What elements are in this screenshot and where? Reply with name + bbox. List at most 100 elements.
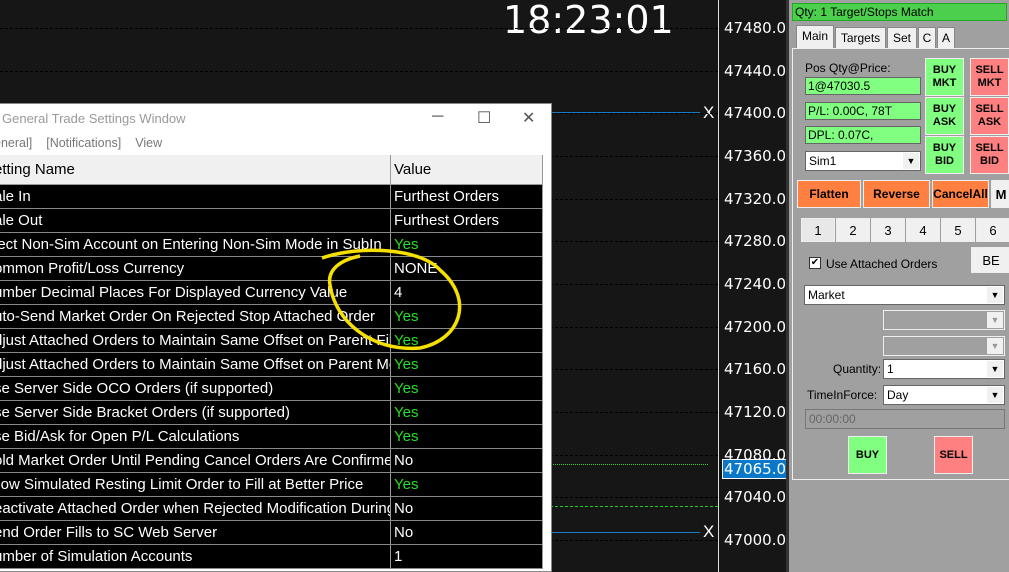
close-button[interactable]: ✕	[522, 108, 535, 128]
quantity-select[interactable]: 1 ▼	[883, 359, 1005, 379]
settings-table: etting Name Value ale InFurthest Ordersa…	[0, 155, 543, 569]
setting-name: old Market Order Until Pending Cancel Or…	[0, 449, 391, 472]
use-attached-checkbox[interactable]: ✔	[809, 257, 821, 269]
chevron-down-icon[interactable]: ▼	[903, 153, 919, 169]
tif-value: Day	[887, 388, 909, 402]
menu-bar: eneral] [Notifications] View	[0, 136, 162, 150]
chevron-down-icon: ▼	[987, 312, 1003, 328]
trade-window-panel: Qty: 1 Target/Stops Match Main Targets S…	[786, 0, 1009, 572]
breakeven-button[interactable]: BE	[971, 247, 1009, 273]
price-label: 47160.0	[724, 360, 787, 379]
quantity-preset-2[interactable]: 2	[836, 218, 870, 242]
order-cancel-x[interactable]: X	[703, 522, 714, 542]
table-row[interactable]: se Bid/Ask for Open P/L Calculations Yes	[0, 425, 542, 449]
order-type-value: Market	[808, 288, 845, 302]
grid-line	[0, 70, 718, 72]
menu-view[interactable]: View	[135, 136, 162, 150]
price-label: 47480.0	[724, 19, 787, 37]
table-row[interactable]: umber of Simulation Accounts 1	[0, 545, 542, 569]
setting-value[interactable]: No	[391, 497, 542, 520]
setting-value[interactable]: Yes	[391, 425, 542, 448]
menu-general[interactable]: eneral]	[0, 136, 32, 150]
tab-set[interactable]: Set	[887, 27, 917, 49]
tab-targets[interactable]: Targets	[835, 27, 886, 49]
tab-main[interactable]: Main	[796, 25, 834, 49]
header-value[interactable]: Value	[391, 155, 542, 184]
setting-value[interactable]: No	[391, 521, 542, 544]
tif-select[interactable]: Day ▼	[883, 385, 1005, 405]
menu-notifications[interactable]: [Notifications]	[46, 136, 121, 150]
reverse-button[interactable]: Reverse	[863, 180, 930, 208]
price-label: 47080.0	[724, 445, 787, 464]
header-setting-name[interactable]: etting Name	[0, 155, 391, 184]
setting-value[interactable]: No	[391, 449, 542, 472]
setting-value[interactable]: 1	[391, 545, 542, 568]
price-axis	[718, 0, 719, 572]
price-label: 47040.0	[724, 488, 787, 507]
table-row[interactable]: ale OutFurthest Orders	[0, 209, 542, 233]
good-till-time-field: 00:00:00	[805, 409, 1005, 429]
price-label: 47200.0	[724, 317, 787, 336]
sell-ask-button[interactable]: SELL ASK	[970, 97, 1009, 135]
m-button[interactable]: M	[991, 180, 1009, 208]
order-type-select[interactable]: Market ▼	[804, 285, 1005, 305]
setting-name: umber of Simulation Accounts	[0, 545, 391, 568]
cancel-all-button[interactable]: CancelAll	[932, 180, 989, 208]
position-field: 1@47030.5	[805, 77, 921, 95]
table-row[interactable]: old Market Order Until Pending Cancel Or…	[0, 449, 542, 473]
table-row[interactable]: eactivate Attached Order when Rejected M…	[0, 497, 542, 521]
setting-value[interactable]: Furthest Orders	[391, 209, 542, 232]
price-label: 47120.0	[724, 403, 787, 422]
table-row[interactable]: se Server Side Bracket Orders (if suppor…	[0, 401, 542, 425]
table-row[interactable]: se Server Side OCO Orders (if supported)…	[0, 377, 542, 401]
price1-select: ▼	[883, 310, 1005, 330]
setting-value[interactable]: Yes	[391, 401, 542, 424]
setting-value[interactable]: Furthest Orders	[391, 185, 542, 208]
price-label: 47240.0	[724, 275, 787, 294]
quantity-preset-5[interactable]: 5	[941, 218, 975, 242]
quantity-preset-3[interactable]: 3	[871, 218, 905, 242]
chevron-down-icon[interactable]: ▼	[987, 287, 1003, 303]
setting-name: eactivate Attached Order when Rejected M…	[0, 497, 391, 520]
table-row[interactable]: end Order Fills to SC Web Server No	[0, 521, 542, 545]
tab-a[interactable]: A	[937, 27, 955, 49]
tab-c[interactable]: C	[918, 27, 936, 49]
chevron-down-icon[interactable]: ▼	[987, 361, 1003, 377]
table-header: etting Name Value	[0, 155, 542, 185]
buy-button[interactable]: BUY	[848, 436, 887, 474]
window-title: General Trade Settings Window	[2, 111, 186, 126]
yellow-annotation-circle	[321, 248, 462, 351]
setting-name: se Bid/Ask for Open P/L Calculations	[0, 425, 391, 448]
price-label: 47000.0	[724, 531, 787, 550]
quantity-preset-1[interactable]: 1	[801, 218, 835, 242]
status-bar: Qty: 1 Target/Stops Match	[792, 3, 1007, 21]
sell-market-button[interactable]: SELL MKT	[970, 58, 1009, 96]
quantity-preset-6[interactable]: 6	[976, 218, 1009, 242]
chevron-down-icon[interactable]: ▼	[987, 387, 1003, 403]
chart-clock: 18:23:01	[503, 0, 674, 42]
buy-market-button[interactable]: BUY MKT	[925, 58, 964, 96]
sell-bid-button[interactable]: SELL BID	[970, 136, 1009, 174]
sell-button[interactable]: SELL	[934, 436, 973, 474]
table-row[interactable]: llow Simulated Resting Limit Order to Fi…	[0, 473, 542, 497]
account-select[interactable]: Sim1 ▼	[805, 151, 921, 171]
price2-select: ▼	[883, 336, 1005, 356]
maximize-button[interactable]: ☐	[477, 108, 491, 128]
tif-label: TimeInForce:	[807, 388, 878, 402]
buy-bid-button[interactable]: BUY BID	[925, 136, 964, 174]
setting-name: ale In	[0, 185, 391, 208]
chevron-down-icon: ▼	[987, 338, 1003, 354]
setting-value[interactable]: Yes	[391, 473, 542, 496]
account-value: Sim1	[809, 154, 837, 168]
quantity-value: 1	[887, 362, 894, 376]
pos-label: Pos Qty@Price:	[805, 61, 891, 75]
setting-name: llow Simulated Resting Limit Order to Fi…	[0, 473, 391, 496]
price-label: 47320.0	[724, 189, 787, 208]
flatten-button[interactable]: Flatten	[797, 180, 861, 208]
quantity-preset-4[interactable]: 4	[906, 218, 940, 242]
minimize-button[interactable]: ─	[432, 108, 443, 126]
buy-ask-button[interactable]: BUY ASK	[925, 97, 964, 135]
setting-name: end Order Fills to SC Web Server	[0, 521, 391, 544]
table-row[interactable]: ale InFurthest Orders	[0, 185, 542, 209]
setting-value[interactable]: Yes	[391, 377, 542, 400]
